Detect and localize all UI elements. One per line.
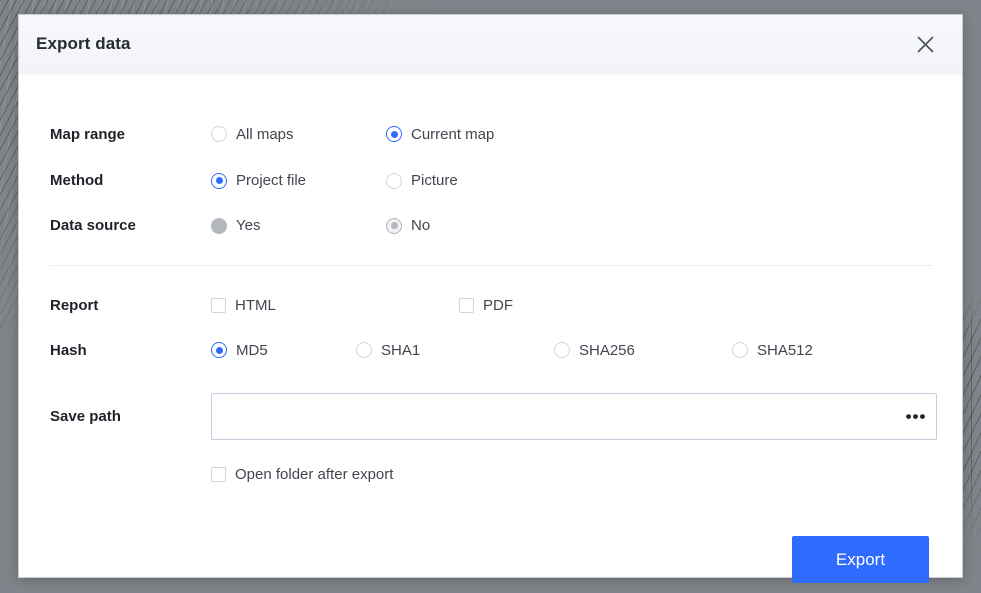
save-path-field-wrapper: ••• — [211, 393, 937, 440]
radio-label-md5: MD5 — [236, 341, 268, 359]
label-data-source: Data source — [50, 217, 136, 234]
form-row-data-source: Data source Yes No — [19, 203, 962, 248]
checkbox-label-open-folder: Open folder after export — [235, 465, 394, 483]
label-map-range: Map range — [50, 125, 126, 143]
radio-icon-current-map[interactable] — [386, 126, 402, 142]
radio-option-data-source-no: No — [386, 217, 430, 234]
radio-icon-md5[interactable] — [211, 342, 227, 358]
radio-option-picture[interactable]: Picture — [386, 172, 458, 189]
dialog-titlebar: Export data — [19, 15, 962, 74]
radio-label-sha1: SHA1 — [381, 341, 421, 359]
radio-icon-project-file[interactable] — [211, 172, 227, 189]
form-row-save-path: Save path ••• — [19, 393, 962, 440]
radio-label-data-source-no: No — [411, 217, 431, 234]
radio-icon-picture[interactable] — [386, 172, 402, 189]
radio-option-data-source-yes: Yes — [211, 217, 386, 234]
section-divider — [50, 265, 933, 266]
radio-option-md5[interactable]: MD5 — [211, 342, 356, 359]
radio-label-project-file: Project file — [236, 172, 307, 189]
form-row-open-folder: Open folder after export — [19, 454, 962, 494]
export-button[interactable]: Export — [792, 536, 929, 583]
radio-label-data-source-yes: Yes — [236, 217, 261, 234]
checkbox-option-html[interactable]: HTML — [211, 297, 459, 314]
radio-icon-sha1[interactable] — [356, 342, 372, 358]
form-row-report: Report HTML PDF — [19, 282, 962, 328]
checkbox-icon-pdf[interactable] — [459, 297, 474, 313]
page-title: Export data — [36, 34, 131, 53]
label-save-path: Save path — [50, 408, 121, 425]
radio-option-sha512[interactable]: SHA512 — [732, 342, 813, 359]
radio-icon-all-maps[interactable] — [211, 126, 227, 142]
export-data-dialog: Export data Map range All maps Current m… — [18, 14, 963, 583]
form-row-hash: Hash MD5 SHA1 SHA256 SHA512 — [19, 328, 962, 372]
radio-label-sha512: SHA512 — [757, 341, 813, 359]
label-report: Report — [50, 296, 99, 314]
radio-icon-data-source-yes — [211, 217, 227, 234]
radio-label-sha256: SHA256 — [579, 341, 635, 359]
close-icon[interactable] — [910, 29, 940, 59]
form-row-map-range: Map range All maps Current map — [19, 110, 962, 158]
label-method: Method — [50, 172, 104, 189]
spacer-above-divider — [19, 248, 962, 265]
radio-label-all-maps: All maps — [236, 125, 294, 143]
dialog-footer: Export — [19, 536, 962, 583]
radio-icon-sha256[interactable] — [554, 342, 570, 358]
radio-option-sha1[interactable]: SHA1 — [356, 342, 554, 359]
radio-label-picture: Picture — [411, 172, 458, 189]
checkbox-label-html: HTML — [235, 296, 276, 314]
form-row-method: Method Project file Picture — [19, 158, 962, 203]
checkbox-option-open-folder[interactable]: Open folder after export — [211, 466, 393, 483]
checkbox-icon-html[interactable] — [211, 297, 226, 313]
label-hash: Hash — [50, 341, 87, 359]
save-path-input[interactable] — [211, 393, 937, 440]
radio-option-current-map[interactable]: Current map — [386, 126, 494, 143]
checkbox-label-pdf: PDF — [483, 296, 513, 314]
checkbox-option-pdf[interactable]: PDF — [459, 297, 513, 314]
browse-ellipsis-icon[interactable]: ••• — [903, 404, 929, 430]
radio-icon-data-source-no — [386, 217, 402, 234]
radio-option-all-maps[interactable]: All maps — [211, 126, 386, 143]
radio-option-sha256[interactable]: SHA256 — [554, 342, 732, 359]
checkbox-icon-open-folder[interactable] — [211, 466, 226, 482]
radio-icon-sha512[interactable] — [732, 342, 748, 358]
radio-label-current-map: Current map — [411, 125, 495, 143]
radio-option-project-file[interactable]: Project file — [211, 172, 386, 189]
dialog-body: Map range All maps Current map Method Pr… — [19, 74, 962, 583]
